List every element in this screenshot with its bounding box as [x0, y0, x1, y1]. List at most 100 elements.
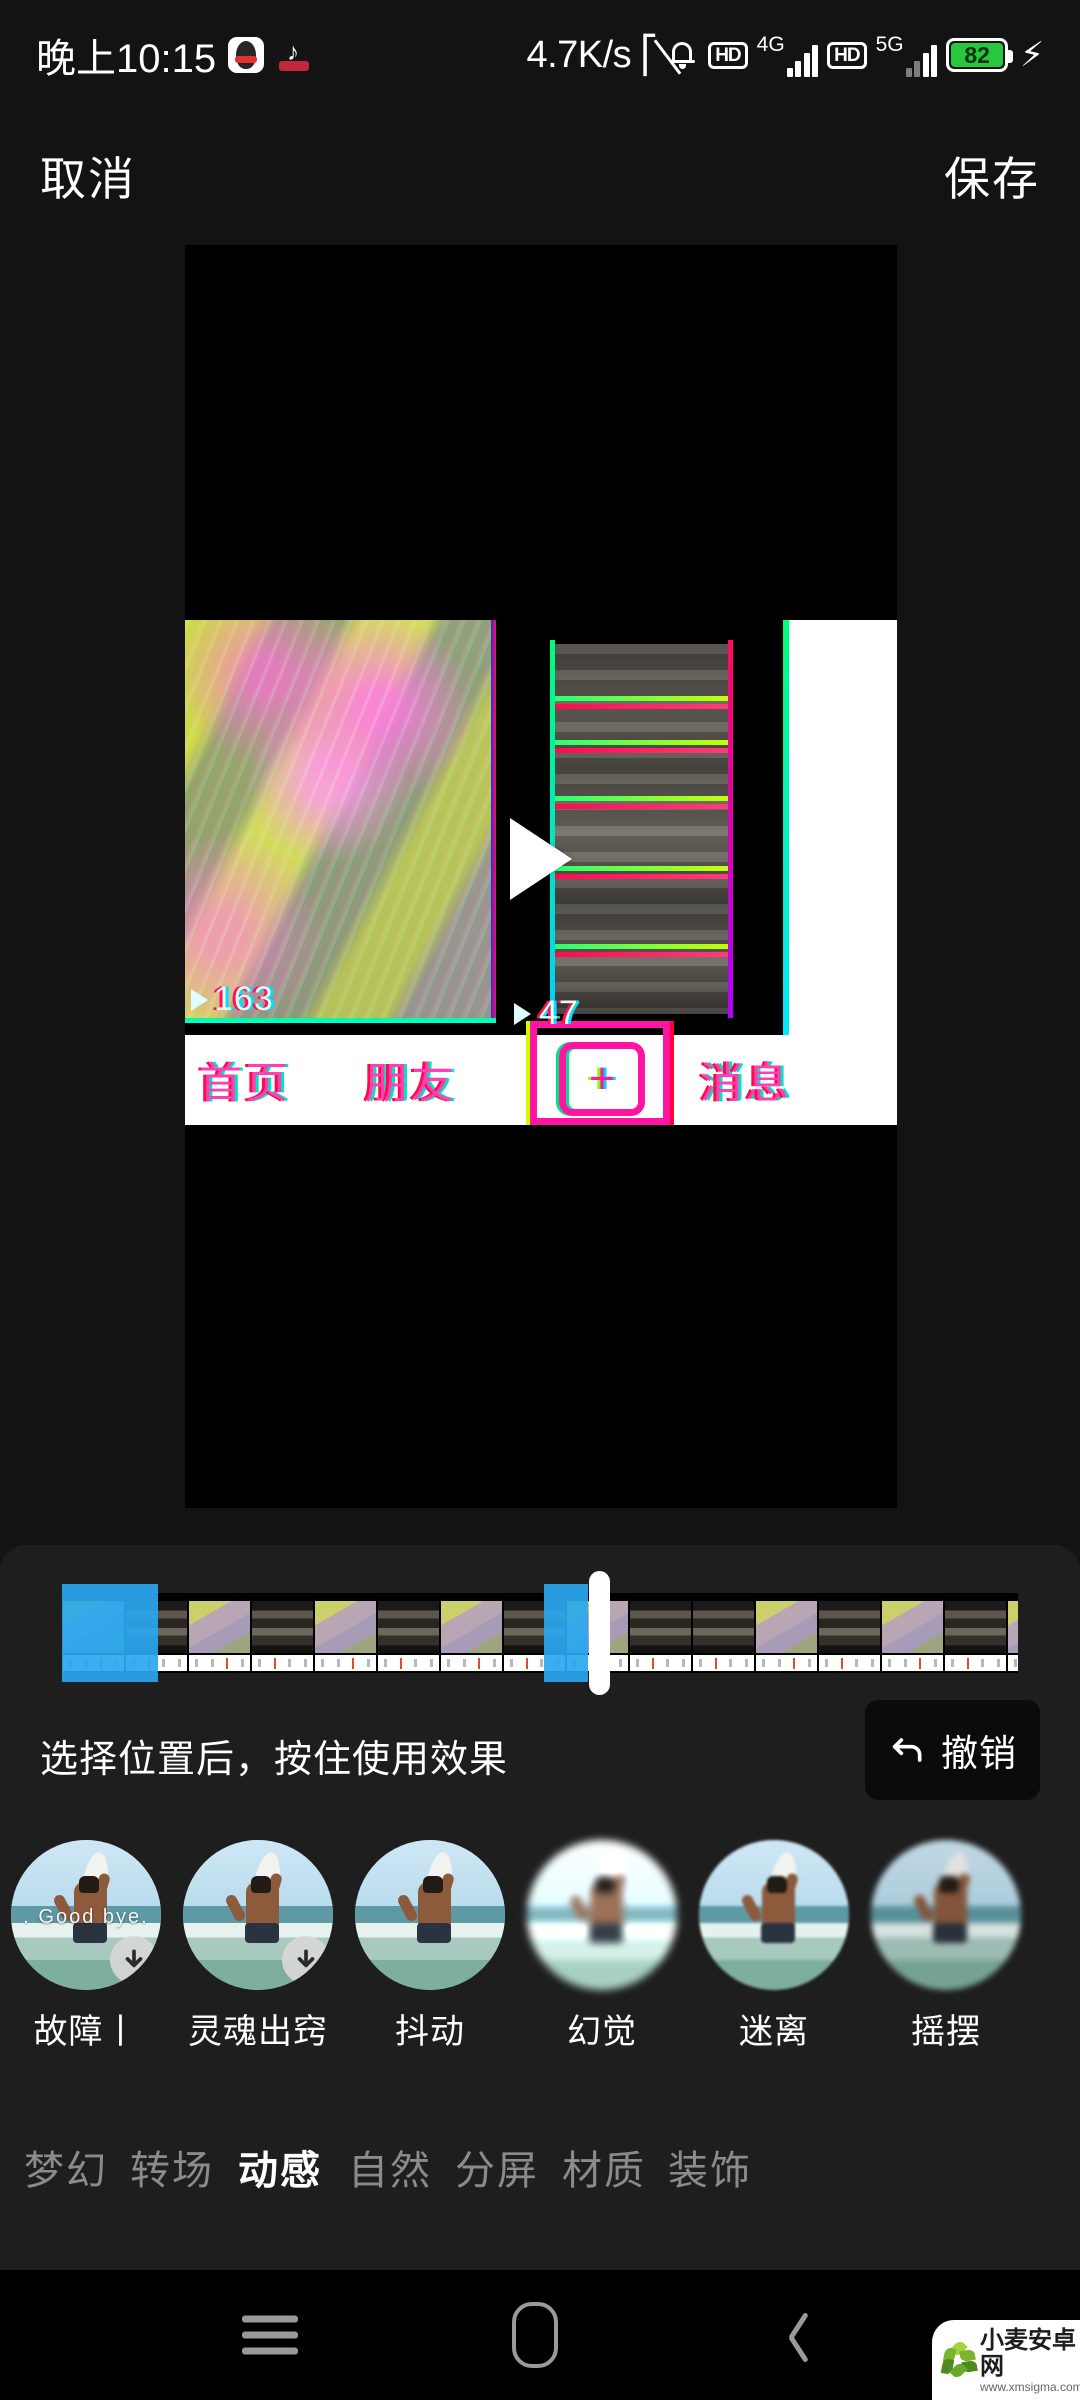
tiktok-icon: ♪	[276, 37, 313, 73]
recorded-app-tabbar: 首页 朋友 + 消息	[185, 1021, 897, 1125]
timeline-frame	[755, 1593, 818, 1673]
home-pill-icon[interactable]	[512, 2302, 558, 2368]
category-tab-transition[interactable]: 转场	[130, 2138, 214, 2196]
effect-thumbnail	[699, 1840, 849, 1990]
effect-thumbnail	[355, 1840, 505, 1990]
hint-text: 选择位置后，按住使用效果	[40, 1739, 509, 1781]
timeline-frame	[881, 1593, 944, 1673]
download-arrow-icon	[125, 1949, 143, 1968]
preview-pane-white	[783, 620, 897, 1035]
effect-label: 故障丨	[33, 2013, 139, 2051]
watermark-url: www.xmsigma.com	[980, 2380, 1080, 2394]
play-count-icon-left	[191, 988, 208, 1011]
effect-label: 灵魂出窍	[188, 2013, 328, 2051]
glitch-edge-right	[491, 620, 496, 1023]
hd-badge-sim1: HD	[708, 41, 748, 69]
battery-percent: 82	[964, 41, 990, 68]
timeline-frame	[377, 1593, 440, 1673]
effect-categories[interactable]: 梦幻 转场 动感 自然 分屏 材质 装饰	[0, 2110, 1080, 2220]
status-bar-right: 4.7K/s ⎡ HD 4G HD 5G 82 ⚡	[526, 34, 1044, 77]
android-navigation-bar: 小麦安卓网 www.xmsigma.com	[0, 2270, 1080, 2400]
timeline-selection-cursor[interactable]	[544, 1584, 588, 1682]
network-label-sim1: 4G	[756, 32, 785, 56]
recorded-tab-home: 首页	[199, 1060, 291, 1108]
timeline-frame	[251, 1593, 314, 1673]
category-tab-dreamy[interactable]: 梦幻	[24, 2138, 108, 2196]
timeline[interactable]	[62, 1571, 1018, 1695]
effect-label: 幻觉	[567, 2013, 637, 2051]
recorded-tab-messages: 消息	[700, 1060, 792, 1108]
timeline-filmstrip[interactable]	[62, 1593, 1018, 1673]
wheat-logo-icon	[940, 2339, 978, 2381]
timeline-frame	[692, 1593, 755, 1673]
effects-panel: 选择位置后，按住使用效果 撤销 . Good bye. 故障丨 灵魂出窍 抖动 …	[0, 1545, 1080, 2270]
effect-item[interactable]: 摇摆	[860, 1840, 1032, 2053]
editor-top-bar: 取消 保存	[0, 110, 1080, 242]
charging-bolt-icon: ⚡	[1020, 36, 1044, 74]
glitch-edge-left-c	[783, 620, 789, 1035]
timeline-frame	[314, 1593, 377, 1673]
watermark-text: 小麦安卓网 www.xmsigma.com	[980, 2327, 1080, 2395]
play-count-icon-right	[514, 1002, 531, 1025]
effect-thumbnail	[183, 1840, 333, 1990]
status-time: 晚上10:15	[36, 37, 217, 81]
hd-badge-sim2: HD	[827, 41, 867, 69]
view-count-right-value: 47	[539, 994, 579, 1032]
effects-list[interactable]: . Good bye. 故障丨 灵魂出窍 抖动 幻觉 迷离 摇摆	[0, 1840, 1080, 2055]
effect-item[interactable]: 抖动	[344, 1840, 516, 2053]
signal-sim2: 5G	[876, 34, 938, 77]
preview-pane-stairs-image	[554, 644, 732, 1014]
category-tab-splitscreen[interactable]: 分屏	[455, 2138, 539, 2196]
undo-button[interactable]: 撤销	[865, 1700, 1040, 1800]
effect-item[interactable]: 幻觉	[516, 1840, 688, 2053]
signal-bars-sim2	[905, 41, 938, 77]
download-badge[interactable]	[282, 1936, 330, 1984]
back-chevron-icon[interactable]	[786, 2311, 814, 2363]
video-preview[interactable]: 163 47 首页 朋友 + 消息	[185, 245, 897, 1508]
effect-item[interactable]: 迷离	[688, 1840, 860, 2053]
effect-overlay-text: . Good bye.	[23, 1906, 149, 1928]
timeline-frame	[944, 1593, 1007, 1673]
recorded-create-highlight: +	[530, 1021, 670, 1125]
preview-pane-flowers: 163	[185, 620, 496, 1023]
site-watermark: 小麦安卓网 www.xmsigma.com	[932, 2320, 1080, 2400]
category-tab-natural[interactable]: 自然	[348, 2138, 432, 2196]
effect-thumbnail	[527, 1840, 677, 1990]
view-count-left-value: 163	[214, 980, 274, 1018]
status-bar-left: 晚上10:15 ♪	[36, 26, 313, 84]
download-arrow-icon	[297, 1949, 315, 1968]
timeline-frame	[629, 1593, 692, 1673]
cancel-button[interactable]: 取消	[40, 143, 136, 209]
timeline-frame	[440, 1593, 503, 1673]
timeline-frame	[818, 1593, 881, 1673]
timeline-playhead[interactable]	[589, 1571, 610, 1695]
mute-bell-icon	[653, 37, 699, 75]
view-count-right: 47	[514, 994, 579, 1033]
timeline-selection-start[interactable]	[62, 1584, 158, 1682]
effect-thumbnail	[871, 1840, 1021, 1990]
hint-row: 选择位置后，按住使用效果 撤销	[0, 1700, 1080, 1808]
effect-item[interactable]: 灵魂出窍	[172, 1840, 344, 2053]
category-tab-material[interactable]: 材质	[562, 2138, 646, 2196]
watermark-title: 小麦安卓网	[980, 2327, 1076, 2380]
glitch-edge-right-b	[728, 640, 733, 1018]
effect-label: 抖动	[395, 2013, 465, 2051]
download-badge[interactable]	[110, 1936, 158, 1984]
play-triangle-icon[interactable]	[510, 818, 572, 900]
recorded-tab-friends: 朋友	[365, 1060, 457, 1108]
effect-item[interactable]: . Good bye. 故障丨	[0, 1840, 172, 2053]
category-tab-dynamic[interactable]: 动感	[238, 2138, 322, 2196]
signal-sim1: 4G	[757, 34, 819, 77]
save-button[interactable]: 保存	[944, 143, 1040, 209]
undo-arrow-icon	[892, 1738, 922, 1762]
screen-root: 晚上10:15 ♪ 4.7K/s ⎡ HD 4G HD 5G 82 ⚡ 取消 保…	[0, 0, 1080, 2400]
network-speed: 4.7K/s	[526, 33, 632, 76]
effect-thumbnail: . Good bye.	[11, 1840, 161, 1990]
recorded-create-button: +	[559, 1042, 645, 1116]
battery-indicator: 82	[946, 38, 1014, 72]
effect-label: 摇摆	[911, 2013, 981, 2051]
category-tab-decoration[interactable]: 装饰	[668, 2138, 752, 2196]
status-bar: 晚上10:15 ♪ 4.7K/s ⎡ HD 4G HD 5G 82 ⚡	[0, 0, 1080, 110]
signal-bars-sim1	[786, 41, 819, 77]
recents-menu-icon[interactable]	[242, 2307, 298, 2364]
